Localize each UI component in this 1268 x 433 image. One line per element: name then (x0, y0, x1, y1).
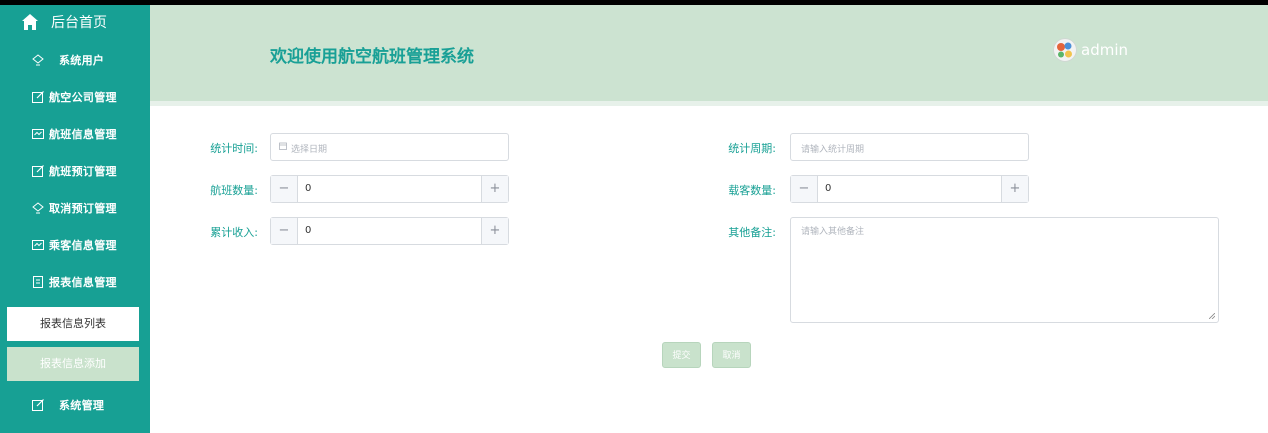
sidebar-item-label: 报表信息管理 (49, 276, 117, 289)
decrement-button[interactable]: − (791, 176, 818, 202)
sidebar-home[interactable]: 后台首页 (0, 5, 150, 39)
total-income-stepper[interactable]: − 0 + (270, 217, 509, 245)
header-divider (150, 101, 1268, 106)
header: 欢迎使用航空航班管理系统 admin (150, 5, 1268, 101)
resize-grip-icon[interactable] (1209, 313, 1215, 319)
decrement-button[interactable]: − (271, 176, 298, 202)
sidebar-item-label: 航空公司管理 (49, 91, 117, 104)
user-name[interactable]: admin (1081, 41, 1128, 59)
document-icon (33, 276, 43, 288)
sidebar-item-passenger-info[interactable]: 乘客信息管理 (0, 227, 150, 264)
notes-textarea[interactable]: 请输入其他备注 (790, 217, 1219, 323)
sidebar-item-cancel-booking[interactable]: 取消预订管理 (0, 190, 150, 227)
sidebar-item-label: 系统用户 (59, 54, 105, 67)
submit-button[interactable]: 提交 (662, 342, 701, 368)
submenu-report-add[interactable]: 报表信息添加 (7, 347, 139, 381)
sidebar-item-flight-booking[interactable]: 航班预订管理 (0, 153, 150, 190)
total-income-label: 累计收入: (210, 226, 258, 239)
lightbulb-icon (32, 202, 44, 214)
passenger-count-stepper[interactable]: − 0 + (790, 175, 1029, 203)
increment-button[interactable]: + (1001, 176, 1028, 202)
sidebar-item-airline[interactable]: 航空公司管理 (0, 79, 150, 116)
home-icon (22, 14, 38, 30)
flight-count-stepper[interactable]: − 0 + (270, 175, 509, 203)
sidebar-item-label: 系统管理 (59, 399, 105, 412)
page-title: 欢迎使用航空航班管理系统 (270, 47, 474, 67)
sidebar-item-flight-info[interactable]: 航班信息管理 (0, 116, 150, 153)
stat-time-input[interactable]: 选择日期 (270, 133, 509, 161)
passenger-count-label: 载客数量: (728, 184, 776, 197)
edit-icon (32, 91, 44, 103)
passenger-count-value[interactable]: 0 (825, 183, 831, 194)
flight-count-value[interactable]: 0 (305, 183, 311, 194)
sidebar-item-label: 乘客信息管理 (49, 239, 117, 252)
sidebar-item-label: 航班信息管理 (49, 128, 117, 141)
sidebar-item-label: 航班预订管理 (49, 165, 117, 178)
app-window: 后台首页 系统用户 航空公司管理 航班信息管理 航班预订管理 取消预订管理 乘客… (0, 5, 1268, 433)
edit-icon (32, 165, 44, 177)
notes-placeholder: 请输入其他备注 (801, 227, 865, 237)
increment-button[interactable]: + (481, 176, 508, 202)
sidebar: 后台首页 系统用户 航空公司管理 航班信息管理 航班预订管理 取消预订管理 乘客… (0, 5, 150, 433)
sidebar-item-system-management[interactable]: 系统管理 (0, 387, 150, 424)
stat-time-label: 统计时间: (210, 142, 258, 155)
increment-button[interactable]: + (481, 218, 508, 244)
notes-label: 其他备注: (728, 226, 776, 239)
sidebar-item-label: 取消预订管理 (49, 202, 117, 215)
stat-period-label: 统计周期: (728, 142, 776, 155)
flight-count-label: 航班数量: (210, 184, 258, 197)
sidebar-item-system-users[interactable]: 系统用户 (0, 42, 150, 79)
stat-time-placeholder: 选择日期 (291, 145, 328, 155)
stat-period-placeholder: 请输入统计周期 (801, 145, 865, 155)
lightbulb-icon (32, 54, 44, 66)
stat-period-input[interactable]: 请输入统计周期 (790, 133, 1029, 161)
decrement-button[interactable]: − (271, 218, 298, 244)
total-income-value[interactable]: 0 (305, 225, 311, 236)
edit-icon (32, 399, 44, 411)
avatar[interactable] (1053, 38, 1077, 62)
cancel-button[interactable]: 取消 (712, 342, 751, 368)
list-icon (32, 240, 44, 250)
submenu-report-list[interactable]: 报表信息列表 (7, 307, 139, 341)
list-icon (32, 129, 44, 139)
sidebar-home-label: 后台首页 (51, 15, 107, 31)
calendar-icon (279, 142, 287, 150)
sidebar-item-report-info[interactable]: 报表信息管理 (0, 264, 150, 301)
